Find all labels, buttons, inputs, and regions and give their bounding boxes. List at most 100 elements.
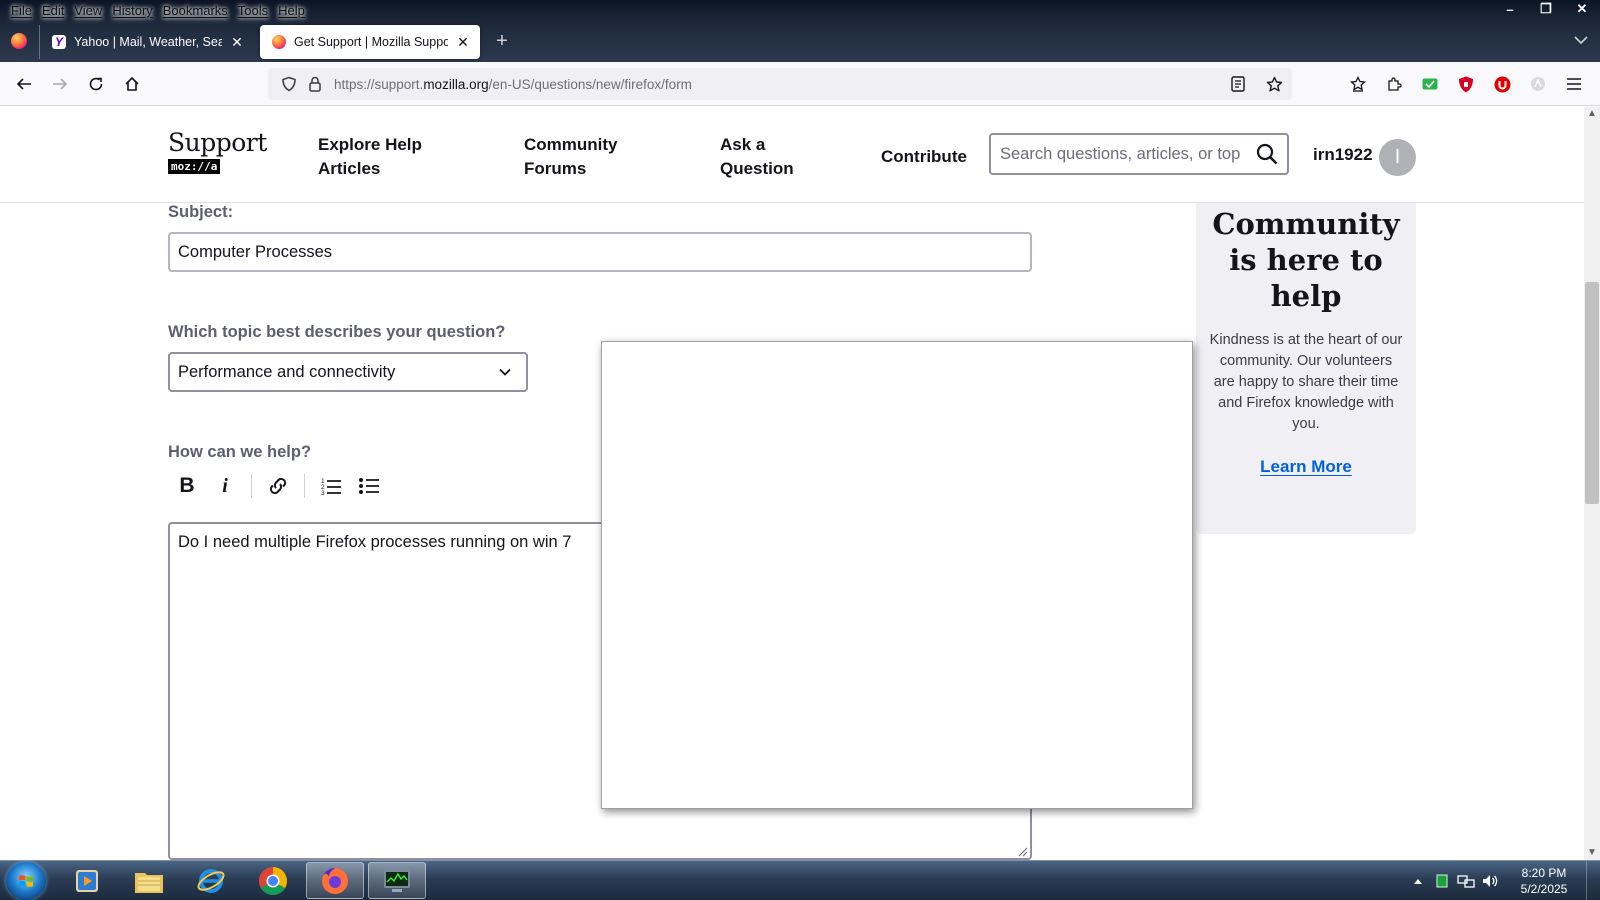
url-text[interactable]: https://support.mozilla.org/en-US/questi…	[334, 77, 692, 92]
minimize-button[interactable]: –	[1492, 0, 1528, 18]
firefox-icon	[272, 35, 286, 49]
back-icon[interactable]	[6, 68, 42, 100]
tab-title: Yahoo | Mail, Weather, Search, P	[74, 35, 222, 49]
lock-icon[interactable]	[302, 71, 328, 97]
windows-media-player-icon[interactable]	[58, 862, 116, 899]
ublock-origin-icon[interactable]	[1484, 68, 1520, 100]
menu-tools[interactable]: Tools	[233, 3, 273, 18]
topic-selected-value: Performance and connectivity	[178, 362, 396, 381]
show-desktop-button[interactable]	[1586, 861, 1600, 900]
chrome-icon[interactable]	[244, 862, 302, 899]
windows-logo-icon	[19, 875, 33, 887]
site-search-box	[989, 133, 1289, 175]
topic-label: Which topic best describes your question…	[168, 323, 506, 341]
internet-explorer-icon[interactable]	[182, 862, 240, 899]
menu-bar: File Edit View History Bookmarks Tools H…	[0, 0, 310, 20]
window-controls: – ❐ ✕	[1492, 0, 1600, 20]
blank-popup-window[interactable]	[601, 341, 1193, 809]
search-input[interactable]	[1000, 144, 1248, 164]
windows-taskbar: 8:20 PM 5/2/2025	[0, 860, 1600, 900]
nav-contribute[interactable]: Contribute	[881, 145, 967, 169]
link-icon[interactable]	[259, 469, 297, 503]
forward-icon[interactable]	[42, 68, 78, 100]
chevron-down-icon	[499, 368, 511, 376]
nav-ask-a-question[interactable]: Ask a Question	[720, 133, 810, 181]
tab-yahoo[interactable]: Y Yahoo | Mail, Weather, Search, P ✕	[39, 25, 254, 59]
search-icon[interactable]	[1255, 142, 1279, 166]
menu-help[interactable]: Help	[273, 3, 310, 18]
reader-view-icon[interactable]	[1220, 68, 1256, 100]
scrollbar-thumb[interactable]	[1585, 282, 1599, 504]
subject-input[interactable]	[168, 232, 1032, 272]
start-button[interactable]	[6, 862, 46, 900]
community-card-title: Community is here to help	[1212, 207, 1400, 313]
community-help-card: Community is here to help Kindness is at…	[1196, 203, 1416, 534]
tab-strip: Y Yahoo | Mail, Weather, Search, P ✕ Get…	[0, 20, 1600, 62]
home-icon[interactable]	[114, 68, 150, 100]
pocket-icon[interactable]	[1340, 68, 1376, 100]
scroll-down-icon[interactable]: ▼	[1584, 846, 1600, 860]
community-card-body: Kindness is at the heart of our communit…	[1209, 332, 1403, 432]
scroll-up-icon[interactable]: ▲	[1584, 107, 1600, 121]
toolbar-divider	[251, 474, 252, 498]
page-viewport: Support moz://a Explore Help Articles Co…	[0, 107, 1584, 860]
subject-label: Subject:	[168, 203, 234, 221]
logo-word: Support	[168, 128, 267, 157]
username[interactable]: irn1922	[1313, 145, 1373, 165]
resize-grip-icon[interactable]	[1016, 845, 1028, 857]
bookmark-star-icon[interactable]	[1256, 68, 1292, 100]
toolbar-divider	[304, 474, 305, 498]
learn-more-link[interactable]: Learn More	[1260, 457, 1352, 477]
yahoo-icon: Y	[52, 35, 66, 49]
list-all-tabs-icon[interactable]	[1574, 32, 1588, 48]
numbered-list-icon[interactable]: 123	[312, 469, 350, 503]
shield-extension-icon[interactable]	[1448, 68, 1484, 100]
menu-edit[interactable]: Edit	[37, 3, 69, 18]
new-tab-button[interactable]: +	[488, 27, 516, 55]
svg-text:3: 3	[321, 490, 325, 496]
browser-titlebar: File Edit View History Bookmarks Tools H…	[0, 0, 1600, 62]
firefox-taskbar-icon[interactable]	[306, 862, 364, 899]
system-clock[interactable]: 8:20 PM 5/2/2025	[1502, 865, 1586, 897]
address-bar[interactable]: https://support.mozilla.org/en-US/questi…	[268, 68, 1292, 100]
tracking-protection-icon[interactable]	[276, 71, 302, 97]
sumo-logo[interactable]: Support moz://a	[168, 129, 267, 175]
volume-icon[interactable]	[1478, 869, 1502, 893]
green-extension-icon[interactable]	[1412, 68, 1448, 100]
close-tab-icon[interactable]: ✕	[454, 34, 472, 51]
firefox-view-icon[interactable]	[11, 33, 27, 49]
menu-view[interactable]: View	[69, 3, 107, 18]
menu-history[interactable]: History	[107, 3, 157, 18]
network-icon[interactable]	[1454, 869, 1478, 893]
tab-title: Get Support | Mozilla Support	[294, 35, 448, 49]
nav-community-forums[interactable]: Community Forums	[524, 133, 634, 181]
close-tab-icon[interactable]: ✕	[228, 34, 246, 51]
italic-icon[interactable]: i	[206, 469, 244, 503]
green-status-icon[interactable]	[1430, 869, 1454, 893]
file-explorer-icon[interactable]	[120, 862, 178, 899]
reload-icon[interactable]	[78, 68, 114, 100]
avatar[interactable]: I	[1379, 139, 1416, 176]
editor-toolbar: B i 123	[168, 469, 388, 503]
clock-time: 8:20 PM	[1521, 866, 1567, 880]
page-scrollbar[interactable]: ▲ ▼	[1584, 107, 1600, 860]
tab-mozilla-support[interactable]: Get Support | Mozilla Support ✕	[260, 25, 480, 59]
navigation-toolbar: https://support.mozilla.org/en-US/questi…	[0, 62, 1600, 106]
close-window-button[interactable]: ✕	[1564, 0, 1600, 18]
menu-file[interactable]: File	[6, 3, 37, 18]
clock-date: 5/2/2025	[1520, 882, 1568, 896]
hamburger-menu-icon[interactable]	[1556, 68, 1592, 100]
site-header: Support moz://a Explore Help Articles Co…	[0, 107, 1584, 203]
restore-button[interactable]: ❐	[1528, 0, 1564, 18]
mozilla-wordmark: moz://a	[168, 159, 221, 174]
topic-select[interactable]: Performance and connectivity	[168, 352, 528, 392]
bulleted-list-icon[interactable]	[350, 469, 388, 503]
extensions-icon[interactable]	[1376, 68, 1412, 100]
menu-bookmarks[interactable]: Bookmarks	[158, 3, 233, 18]
task-manager-icon[interactable]	[368, 862, 426, 899]
translate-extension-icon[interactable]	[1520, 68, 1556, 100]
bold-icon[interactable]: B	[168, 469, 206, 503]
show-hidden-icons-icon[interactable]	[1406, 869, 1430, 893]
nav-explore-help-articles[interactable]: Explore Help Articles	[318, 133, 448, 181]
help-label: How can we help?	[168, 443, 312, 461]
